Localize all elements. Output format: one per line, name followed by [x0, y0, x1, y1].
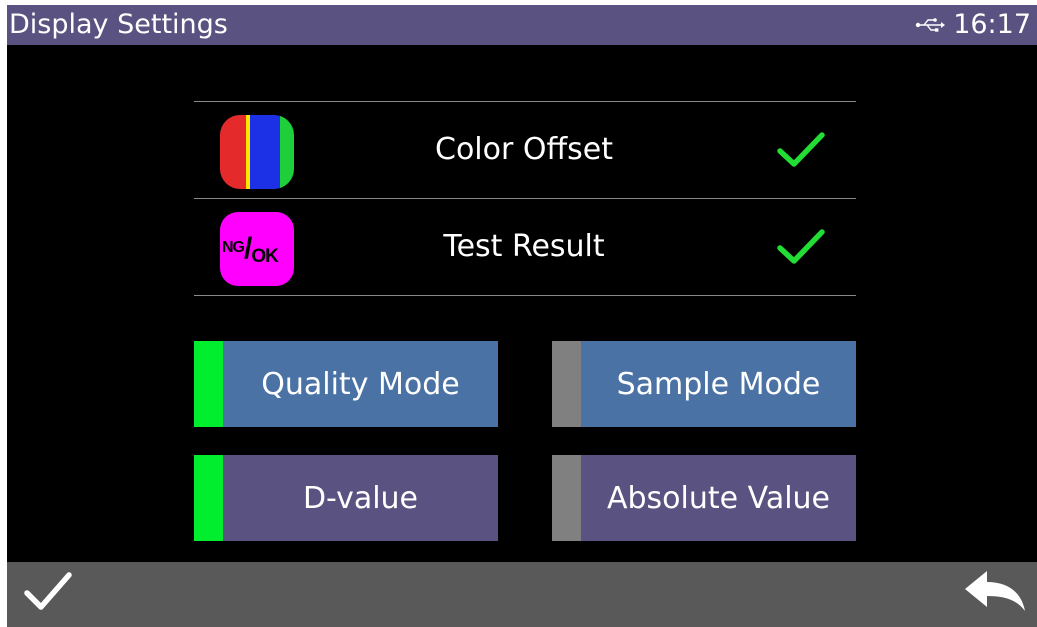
divider [194, 295, 856, 296]
usb-icon [915, 18, 946, 32]
button-label: Quality Mode [261, 366, 460, 402]
checkmark-icon[interactable] [23, 569, 73, 613]
option-row-test-result[interactable]: NG/OK Test Result [194, 199, 856, 295]
page-title: Display Settings [9, 9, 228, 40]
unselected-indicator [552, 455, 581, 541]
unselected-indicator [552, 341, 581, 427]
absolute-value-button[interactable]: Absolute Value [552, 455, 856, 541]
selected-indicator [194, 455, 223, 541]
display-settings-screen: Display Settings 16:17 Color Offset NG/O… [7, 5, 1037, 627]
checkmark-icon [777, 132, 825, 167]
sample-mode-button[interactable]: Sample Mode [552, 341, 856, 427]
button-label: Absolute Value [606, 480, 831, 516]
option-label: Test Result [443, 229, 605, 264]
option-label: Color Offset [435, 132, 613, 167]
button-label: Sample Mode [616, 366, 821, 402]
button-label: D-value [302, 480, 419, 516]
color-offset-icon [220, 115, 294, 189]
status-area: 16:17 [915, 8, 1031, 42]
d-value-button[interactable]: D-value [194, 455, 498, 541]
selected-indicator [194, 341, 223, 427]
option-row-color-offset[interactable]: Color Offset [194, 102, 856, 198]
title-bar: Display Settings 16:17 [7, 5, 1037, 45]
clock: 16:17 [953, 9, 1031, 40]
quality-mode-button[interactable]: Quality Mode [194, 341, 498, 427]
bottom-toolbar [7, 562, 1037, 627]
ng-ok-icon: NG/OK [220, 212, 294, 286]
back-arrow-icon[interactable] [963, 567, 1027, 615]
checkmark-icon [777, 229, 825, 264]
